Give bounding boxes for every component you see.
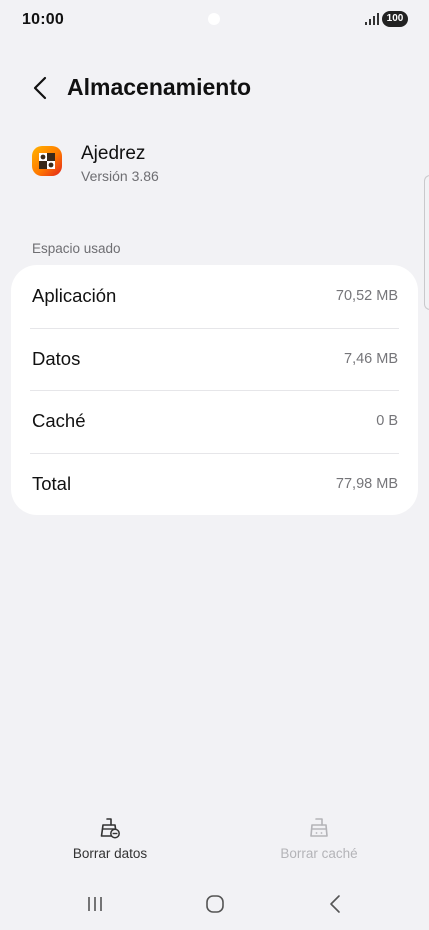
row-value: 7,46 MB (344, 350, 398, 367)
clear-data-button[interactable]: Borrar datos (40, 817, 180, 863)
recents-button[interactable] (80, 892, 110, 916)
storage-row-cache: Caché 0 B (11, 390, 418, 453)
row-label: Aplicación (32, 285, 117, 307)
navigation-bar (0, 880, 429, 930)
section-label-space-used: Espacio usado (32, 241, 121, 256)
edge-panel-handle[interactable] (424, 175, 429, 310)
app-version: Versión 3.86 (81, 168, 159, 184)
broom-icon (310, 818, 328, 837)
status-time: 10:00 (22, 11, 64, 28)
chess-app-icon (32, 146, 62, 176)
camera-cutout (208, 13, 220, 25)
row-label: Caché (32, 410, 86, 432)
page-title: Almacenamiento (67, 74, 252, 100)
clear-cache-label: Borrar caché (280, 846, 358, 861)
home-icon (206, 895, 224, 913)
back-button[interactable] (26, 74, 54, 102)
broom-icon (100, 818, 120, 839)
app-name: Ajedrez (81, 143, 146, 164)
row-value: 77,98 MB (335, 475, 398, 492)
chevron-left-icon (33, 76, 47, 100)
clear-data-label: Borrar datos (72, 846, 148, 861)
back-icon (330, 895, 340, 913)
clear-cache-button[interactable]: Borrar caché (249, 817, 389, 863)
row-label: Datos (32, 347, 81, 369)
status-bar: 10:00 100 (0, 0, 429, 42)
screen: 10:00 100 Almacenamiento Ajedrez Versión… (0, 0, 429, 930)
storage-row-application: Aplicación 70,52 MB (11, 265, 418, 328)
recents-icon (88, 897, 102, 911)
nav-back-button[interactable] (320, 892, 350, 916)
home-button[interactable] (200, 892, 230, 916)
storage-card: Aplicación 70,52 MB Datos 7,46 MB Caché … (11, 265, 418, 515)
row-label: Total (32, 472, 72, 494)
signal-icon (365, 13, 379, 25)
row-value: 0 B (376, 413, 398, 430)
storage-row-data: Datos 7,46 MB (11, 327, 418, 391)
storage-row-total: Total 77,98 MB (11, 452, 418, 516)
row-value: 70,52 MB (335, 288, 398, 305)
battery-indicator: 100 (382, 11, 408, 27)
